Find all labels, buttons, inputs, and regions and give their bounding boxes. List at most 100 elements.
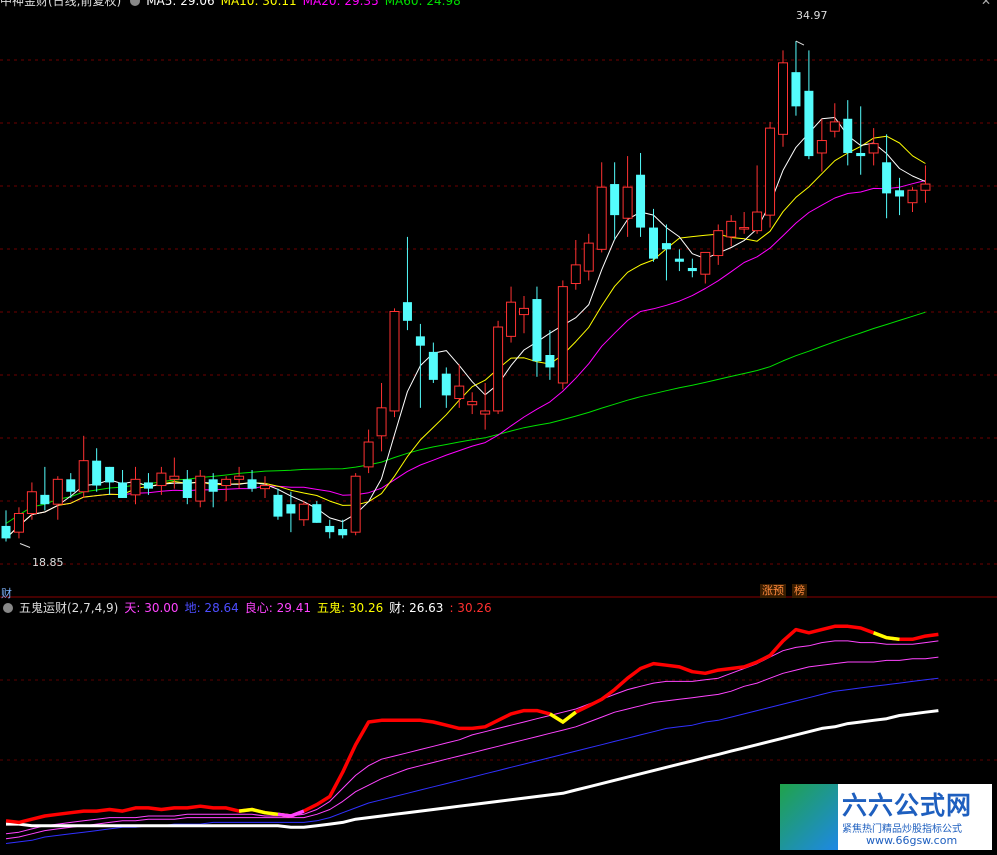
candle-body [441, 373, 451, 396]
candle-body [739, 227, 750, 230]
candle-body [895, 190, 905, 197]
candle-body [234, 475, 245, 480]
candle-body [312, 504, 322, 523]
liangxin-readout: 良心: 29.41 [244, 601, 312, 615]
candle-body [92, 460, 102, 486]
candle-body [298, 503, 309, 521]
candle-body [829, 121, 840, 132]
extra-readout: : 30.26 [449, 601, 492, 615]
ma10-readout: MA10: 30.11 [220, 0, 297, 8]
bang-tag[interactable]: 榜 [792, 584, 807, 598]
candle-body [778, 62, 788, 135]
candle-body [195, 475, 206, 502]
candle-body [402, 302, 412, 321]
candle-body [752, 211, 763, 232]
candle-body [130, 478, 141, 496]
candle-body [843, 118, 853, 153]
candle-body [40, 494, 50, 505]
watermark-url: www.66gsw.com [866, 834, 958, 847]
cai-readout: 财: 26.63 [389, 601, 444, 615]
candle-body [350, 475, 361, 533]
high-marker [795, 40, 805, 46]
candle-body [493, 326, 504, 412]
candle-body [467, 401, 478, 406]
candle-body [868, 143, 879, 154]
candle-body [557, 286, 568, 384]
candle-body [260, 485, 270, 490]
candle-body [376, 407, 387, 437]
candle-body [532, 299, 542, 362]
candle-body [816, 140, 827, 154]
left-axis-label: 财 [1, 587, 12, 600]
ma10-line [5, 135, 926, 539]
candle-body [610, 184, 620, 216]
candle-body [428, 351, 438, 380]
candle-body [570, 264, 581, 285]
watermark-logo: 六六公式网 紧焦热门精品炒股指标公式 www.66gsw.com [780, 784, 992, 850]
candle-body [687, 267, 697, 272]
candle-body [791, 72, 801, 107]
stock-title: 中神金财(日线,前复权) [0, 0, 122, 8]
candle-body [221, 478, 232, 487]
candle-body [208, 479, 218, 492]
candle-body [622, 186, 633, 219]
low-marker [19, 543, 31, 548]
ma5-line [5, 117, 926, 539]
di-readout: 地: 28.64 [184, 601, 239, 615]
candle-body [545, 355, 555, 368]
ma60-readout: MA60: 24.98 [384, 0, 461, 8]
watermark-slogan: 紧焦热门精品炒股指标公式 [842, 824, 962, 835]
candle-body [480, 410, 491, 415]
wugui-yellow-segment [872, 631, 900, 642]
indicator-name: 五鬼运财(2,7,4,9) [19, 601, 119, 615]
candle-body [649, 227, 658, 259]
candle-body [519, 307, 529, 316]
candle-body [363, 441, 374, 468]
candle-body [169, 475, 180, 480]
indicator-header: 五鬼运财(2,7,4,9) 天: 30.00 地: 28.64 良心: 29.41 五鬼… [0, 600, 498, 616]
candle-body [156, 472, 167, 487]
low-label: 18.85 [32, 556, 64, 569]
candle-body [13, 513, 24, 533]
candle-body [105, 466, 115, 483]
watermark-logo-icon [780, 784, 838, 850]
watermark-brand: 六六公式网 [842, 791, 973, 820]
candle-body [1, 525, 11, 539]
wugui-yellow-segment [548, 710, 577, 725]
candle-body [636, 174, 646, 228]
candle-body [286, 504, 296, 514]
price-header: 中神金财(日线,前复权) MA5: 29.06 MA10: 30.11 MA20: 2… [0, 0, 467, 9]
ma5-readout: MA5: 29.06 [146, 0, 215, 8]
candle-body [52, 478, 63, 505]
candle-body [804, 90, 814, 157]
candle-body [143, 482, 153, 489]
candle-body [118, 482, 128, 498]
candle-body [856, 152, 866, 157]
candle-body [182, 479, 192, 498]
ma60-line [5, 311, 926, 524]
wugui-readout: 五鬼: 30.26 [317, 601, 384, 615]
candle-body [78, 460, 89, 493]
candle-body [713, 230, 724, 257]
price-chart [0, 40, 997, 844]
tian-readout: 天: 30.00 [124, 601, 179, 615]
candle-body [674, 258, 684, 262]
candle-body [389, 310, 400, 412]
candle-body [583, 242, 594, 272]
candle-body [66, 479, 76, 492]
ma20-readout: MA20: 29.35 [302, 0, 379, 8]
candle-body [415, 336, 425, 346]
candle-body [882, 162, 892, 194]
zhangyu-tag[interactable]: 涨预 [760, 584, 786, 598]
gear-icon[interactable] [130, 0, 141, 6]
candle-body [765, 127, 776, 216]
collapse-icon[interactable] [3, 603, 13, 613]
candle-body [726, 220, 737, 238]
candle-body [596, 186, 607, 250]
candle-body [506, 301, 517, 337]
close-icon[interactable]: ✕ [981, 0, 991, 8]
high-label: 34.97 [796, 9, 828, 22]
candle-body [907, 189, 918, 204]
candle-body [661, 243, 671, 250]
candle-body [338, 529, 348, 536]
